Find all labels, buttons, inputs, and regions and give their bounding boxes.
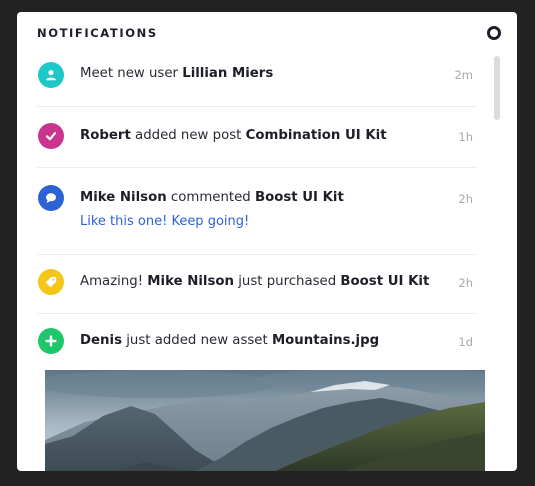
plus-icon xyxy=(38,328,64,354)
notification-actor[interactable]: Mike Nilson xyxy=(147,274,234,289)
notification-time: 1h xyxy=(458,130,473,144)
notification-item[interactable]: Amazing! Mike Nilson just purchased Boos… xyxy=(37,255,477,314)
notification-action: commented xyxy=(166,190,255,205)
notifications-panel: NOTIFICATIONS Meet new user Lillian Mier… xyxy=(17,12,517,471)
notification-text: Amazing! Mike Nilson just purchased Boos… xyxy=(80,274,429,289)
notification-item[interactable]: Meet new user Lillian Miers 2m xyxy=(37,54,477,107)
notification-time: 2h xyxy=(458,276,473,290)
notification-target[interactable]: Lillian Miers xyxy=(182,66,273,81)
notification-time: 1d xyxy=(458,335,473,349)
notification-actor[interactable]: Robert xyxy=(80,128,131,143)
tag-icon xyxy=(38,269,64,295)
notification-target[interactable]: Combination UI Kit xyxy=(246,128,387,143)
notification-prefix: Amazing! xyxy=(80,274,148,289)
notification-time: 2m xyxy=(454,68,473,82)
notification-item[interactable]: Denis just added new asset Mountains.jpg… xyxy=(37,314,477,370)
notification-actor[interactable]: Mike Nilson xyxy=(80,190,167,205)
notification-prefix: Meet new user xyxy=(80,66,183,81)
comment-icon xyxy=(38,185,64,211)
notification-action: just added new asset xyxy=(122,333,272,348)
notification-actor[interactable]: Denis xyxy=(80,333,122,348)
comment-text: Like this one! Keep going! xyxy=(80,214,250,229)
notification-text: Robert added new post Combination UI Kit xyxy=(80,128,387,143)
notification-target[interactable]: Mountains.jpg xyxy=(272,333,379,348)
notification-time: 2h xyxy=(458,192,473,206)
user-icon xyxy=(38,62,64,88)
notification-item[interactable]: Robert added new post Combination UI Kit… xyxy=(37,107,477,168)
notification-item[interactable]: Mike Nilson commented Boost UI Kit Like … xyxy=(37,168,477,255)
panel-title: NOTIFICATIONS xyxy=(37,26,158,40)
asset-image[interactable] xyxy=(45,370,485,471)
check-icon xyxy=(38,123,64,149)
notification-text: Meet new user Lillian Miers xyxy=(80,66,273,81)
panel-header: NOTIFICATIONS xyxy=(37,26,503,42)
notification-target[interactable]: Boost UI Kit xyxy=(255,190,344,205)
notification-action: just purchased xyxy=(233,274,341,289)
notification-text: Denis just added new asset Mountains.jpg xyxy=(80,333,379,348)
notification-target[interactable]: Boost UI Kit xyxy=(340,274,429,289)
scrollbar-thumb[interactable] xyxy=(494,56,500,120)
notification-text: Mike Nilson commented Boost UI Kit xyxy=(80,190,344,205)
status-ring-icon[interactable] xyxy=(487,26,501,40)
notification-action: added new post xyxy=(130,128,246,143)
